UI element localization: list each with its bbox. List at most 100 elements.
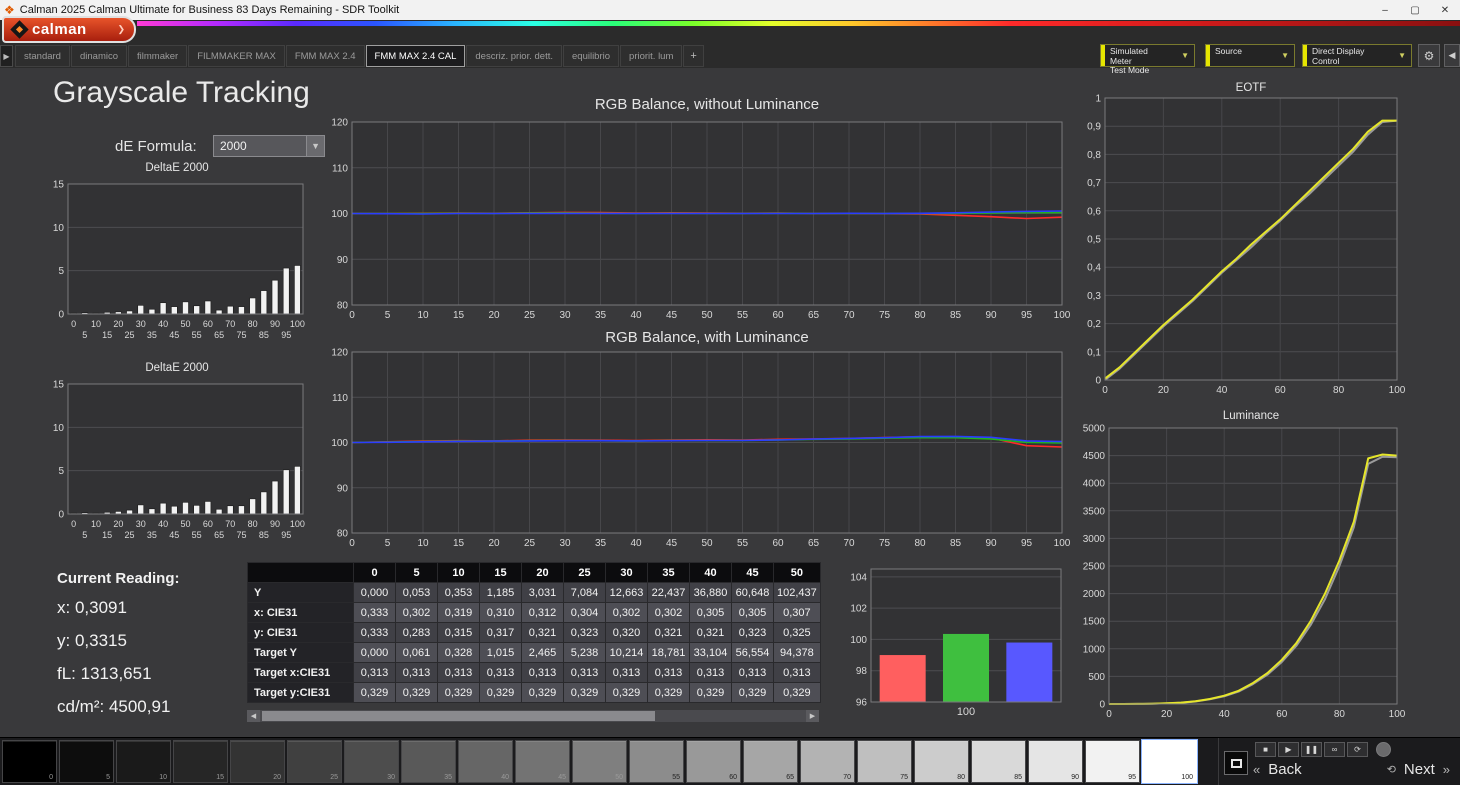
minimize-button[interactable]: – [1370, 0, 1400, 20]
grayscale-patch-70[interactable]: 70 [800, 740, 855, 783]
svg-text:100: 100 [1389, 709, 1405, 720]
svg-text:35: 35 [595, 310, 607, 321]
patch-label: 55 [672, 774, 680, 781]
collapse-panel-button[interactable]: ◀ [1444, 44, 1460, 67]
pause-button[interactable]: ❚❚ [1301, 742, 1322, 757]
table-row-label: Target y:CIE31 [248, 683, 354, 703]
stop-button[interactable]: ■ [1255, 742, 1276, 757]
table-col-header: 45 [732, 563, 774, 583]
de-formula-select[interactable]: 2000 ▼ [213, 135, 325, 157]
svg-text:0: 0 [71, 319, 76, 329]
play-button[interactable]: ▶ [1278, 742, 1299, 757]
svg-text:40: 40 [1216, 385, 1228, 396]
grayscale-patch-45[interactable]: 45 [515, 740, 570, 783]
svg-text:15: 15 [453, 310, 465, 321]
next-button[interactable]: Next [1400, 761, 1439, 778]
simulated-meter-dropdown[interactable]: Simulated Meter Test Mode ▼ [1100, 44, 1195, 67]
grayscale-patch-20[interactable]: 20 [230, 740, 285, 783]
scrollbar-thumb[interactable] [262, 711, 655, 721]
back-button[interactable]: Back [1264, 761, 1305, 778]
svg-text:1500: 1500 [1083, 617, 1106, 628]
table-col-header: 10 [438, 563, 480, 583]
grayscale-patch-75[interactable]: 75 [857, 740, 912, 783]
grayscale-patch-50[interactable]: 50 [572, 740, 627, 783]
table-cell: 0,313 [732, 663, 774, 683]
grayscale-patch-80[interactable]: 80 [914, 740, 969, 783]
svg-text:80: 80 [1333, 385, 1345, 396]
grayscale-patch-5[interactable]: 5 [59, 740, 114, 783]
grayscale-patch-65[interactable]: 65 [743, 740, 798, 783]
table-cell: 0,313 [606, 663, 648, 683]
scroll-right-icon[interactable]: ▶ [806, 710, 819, 722]
tab-dinamico[interactable]: dinamico [71, 45, 127, 67]
source-dropdown[interactable]: Source ▼ [1205, 44, 1295, 67]
patch-label: 75 [900, 774, 908, 781]
grayscale-patch-15[interactable]: 15 [173, 740, 228, 783]
loop-button[interactable]: ∞ [1324, 742, 1345, 757]
close-button[interactable]: ✕ [1430, 0, 1460, 20]
svg-text:65: 65 [808, 310, 820, 321]
svg-text:0,6: 0,6 [1087, 206, 1101, 217]
table-cell: 0,000 [354, 583, 396, 603]
table-cell: 0,353 [438, 583, 480, 603]
direct-display-control-dropdown[interactable]: Direct Display Control ▼ [1302, 44, 1412, 67]
table-cell: 12,663 [606, 583, 648, 603]
svg-text:10: 10 [91, 319, 101, 329]
continuous-icon[interactable]: ⟲ [1383, 763, 1400, 776]
grayscale-patch-25[interactable]: 25 [287, 740, 342, 783]
table-scrollbar[interactable]: ◀ ▶ [247, 710, 819, 722]
table-cell: 56,554 [732, 643, 774, 663]
svg-text:3000: 3000 [1083, 534, 1106, 545]
grayscale-patch-85[interactable]: 85 [971, 740, 1026, 783]
svg-text:95: 95 [1021, 310, 1033, 321]
svg-text:70: 70 [843, 538, 855, 549]
rgb-bars-chart: 9698100102104100 [845, 562, 1067, 723]
svg-text:20: 20 [113, 319, 123, 329]
svg-text:60: 60 [772, 310, 784, 321]
grayscale-patch-35[interactable]: 35 [401, 740, 456, 783]
grayscale-patch-95[interactable]: 95 [1085, 740, 1140, 783]
tab-filmmaker-max[interactable]: FILMMAKER MAX [188, 45, 285, 67]
grayscale-patch-0[interactable]: 0 [2, 740, 57, 783]
maximize-button[interactable]: ▢ [1400, 0, 1430, 20]
scroll-left-icon[interactable]: ◀ [247, 710, 260, 722]
grayscale-patch-55[interactable]: 55 [629, 740, 684, 783]
table-cell: 0,329 [438, 683, 480, 703]
svg-text:95: 95 [281, 530, 291, 540]
current-reading-y: y: 0,3315 [57, 631, 127, 651]
patch-label: 30 [387, 774, 395, 781]
tab-overflow-button[interactable]: ▶ [0, 45, 13, 67]
current-reading-label: Current Reading: [57, 570, 180, 587]
grayscale-patch-30[interactable]: 30 [344, 740, 399, 783]
svg-text:20: 20 [113, 519, 123, 529]
grayscale-patch-10[interactable]: 10 [116, 740, 171, 783]
settings-gear-button[interactable]: ⚙ [1418, 44, 1440, 67]
tab-priorit-lum[interactable]: priorit. lum [620, 45, 682, 67]
chevron-down-icon: ▼ [306, 136, 324, 156]
grayscale-patch-60[interactable]: 60 [686, 740, 741, 783]
rainbow-gradient-bar [137, 21, 1460, 26]
scrollbar-track[interactable] [260, 710, 806, 722]
svg-text:102: 102 [850, 604, 867, 615]
table-cell: 0,323 [564, 623, 606, 643]
tab-standard[interactable]: standard [15, 45, 70, 67]
tab-filmmaker[interactable]: filmmaker [128, 45, 187, 67]
tab-descriz-prior-dett-[interactable]: descriz. prior. dett. [466, 45, 562, 67]
grayscale-patch-100[interactable]: 100 [1142, 740, 1197, 783]
grayscale-patch-90[interactable]: 90 [1028, 740, 1083, 783]
svg-text:1000: 1000 [1083, 644, 1106, 655]
svg-text:30: 30 [136, 319, 146, 329]
table-cell: 0,333 [354, 623, 396, 643]
pattern-window-button[interactable] [1224, 751, 1248, 775]
simulated-meter-line1: Simulated Meter [1110, 47, 1171, 66]
tab-fmm-max-2-4-cal[interactable]: FMM MAX 2.4 CAL [366, 45, 466, 67]
tab-equilibrio[interactable]: equilibrio [563, 45, 619, 67]
patch-label: 60 [729, 774, 737, 781]
patch-label: 20 [273, 774, 281, 781]
table-cell: 0,313 [564, 663, 606, 683]
tab-fmm-max-2-4[interactable]: FMM MAX 2.4 [286, 45, 365, 67]
grayscale-patch-40[interactable]: 40 [458, 740, 513, 783]
add-tab-button[interactable]: + [683, 45, 703, 67]
refresh-button[interactable]: ⟳ [1347, 742, 1368, 757]
svg-text:50: 50 [180, 519, 190, 529]
